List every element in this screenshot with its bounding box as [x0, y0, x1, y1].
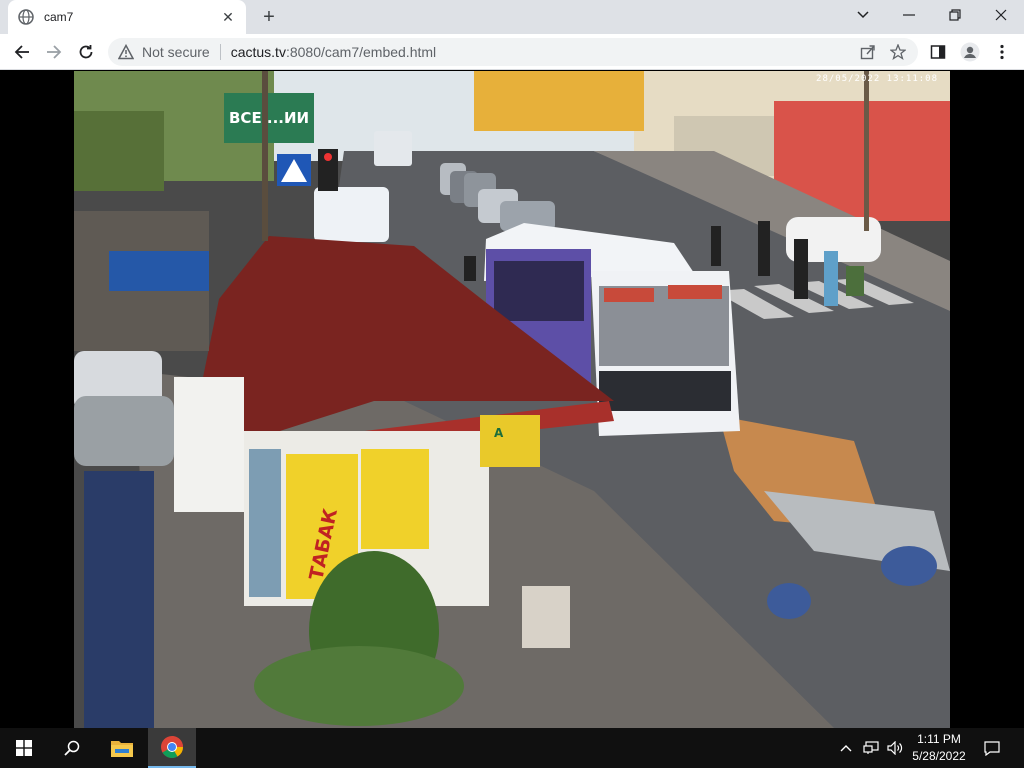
sidebar-icon — [930, 45, 946, 59]
start-button[interactable] — [0, 728, 48, 768]
share-icon — [860, 45, 875, 60]
globe-icon — [18, 9, 34, 25]
billboard-text: ВСЕ ...ИИ — [229, 109, 309, 127]
tray-overflow-button[interactable] — [836, 728, 856, 768]
notification-icon — [984, 741, 1000, 756]
chrome-icon — [161, 736, 183, 758]
clock-time: 1:11 PM — [917, 732, 961, 746]
utility-pole — [262, 71, 268, 241]
file-explorer-button[interactable] — [98, 728, 146, 768]
tab-strip: cam7 ✕ + — [0, 0, 1024, 34]
security-label[interactable]: Not secure — [142, 44, 210, 60]
minimize-button[interactable] — [886, 0, 932, 30]
tab-cam7[interactable]: cam7 ✕ — [8, 0, 246, 34]
clock-date: 5/28/2022 — [912, 749, 966, 763]
address-bar[interactable]: Not secure cactus.tv:8080/cam7/embed.htm… — [108, 38, 918, 66]
profile-button[interactable] — [958, 40, 982, 64]
network-button[interactable] — [860, 728, 882, 768]
reload-button[interactable] — [74, 40, 98, 64]
arrow-left-icon — [14, 45, 29, 59]
file-explorer-icon — [111, 741, 133, 757]
arrow-right-icon — [47, 45, 62, 59]
route-label: A — [494, 426, 504, 440]
menu-icon — [1000, 44, 1004, 60]
chevron-up-icon — [840, 745, 852, 752]
back-button[interactable] — [10, 40, 34, 64]
chrome-taskbar-button[interactable] — [148, 728, 196, 768]
url-host: cactus.tv — [230, 44, 286, 60]
profile-icon — [960, 42, 980, 62]
taskbar-clock[interactable]: 1:11 PM 5/28/2022 — [902, 731, 976, 765]
street-scene: ТАБАК A ВСЕ ...ИИ — [74, 71, 950, 728]
side-panel-button[interactable] — [926, 40, 950, 64]
camera-timestamp: 28/05/2022 13:11:08 — [816, 74, 938, 84]
new-tab-button[interactable]: + — [258, 6, 280, 28]
forward-button[interactable] — [42, 40, 66, 64]
windows-taskbar: 1:11 PM 5/28/2022 — [0, 728, 1024, 768]
browser-toolbar: Not secure cactus.tv:8080/cam7/embed.htm… — [0, 34, 1024, 70]
camera-stream[interactable]: ТАБАК A ВСЕ ...ИИ 28/05/2022 13:11:08 — [74, 71, 950, 728]
minimize-icon — [903, 14, 915, 16]
close-window-button[interactable] — [978, 0, 1024, 30]
taskbar-search-button[interactable] — [48, 728, 96, 768]
notification-button[interactable] — [978, 728, 1006, 768]
network-icon — [863, 741, 879, 754]
search-icon — [64, 740, 80, 756]
url-path: :8080/cam7/embed.html — [285, 44, 437, 60]
utility-pole — [864, 71, 869, 231]
address-separator — [219, 44, 221, 60]
volume-icon — [887, 741, 903, 755]
menu-button[interactable] — [990, 40, 1014, 64]
start-icon — [16, 740, 32, 756]
tab-close-icon[interactable]: ✕ — [220, 9, 236, 26]
chevron-down-icon — [857, 11, 869, 19]
restore-button[interactable] — [932, 0, 978, 30]
close-icon — [995, 9, 1007, 21]
reload-icon — [79, 45, 93, 59]
bookmark-button[interactable] — [886, 40, 910, 64]
warning-icon[interactable] — [118, 44, 134, 60]
share-button[interactable] — [856, 40, 880, 64]
tab-title: cam7 — [44, 10, 74, 24]
tab-search-button[interactable] — [840, 0, 886, 30]
restore-icon — [949, 9, 961, 21]
star-icon — [890, 44, 906, 60]
page-viewport: ТАБАК A ВСЕ ...ИИ 28/05/2022 13:11:08 — [0, 71, 1024, 728]
background-bus — [314, 187, 389, 242]
trash-bin — [522, 586, 570, 648]
